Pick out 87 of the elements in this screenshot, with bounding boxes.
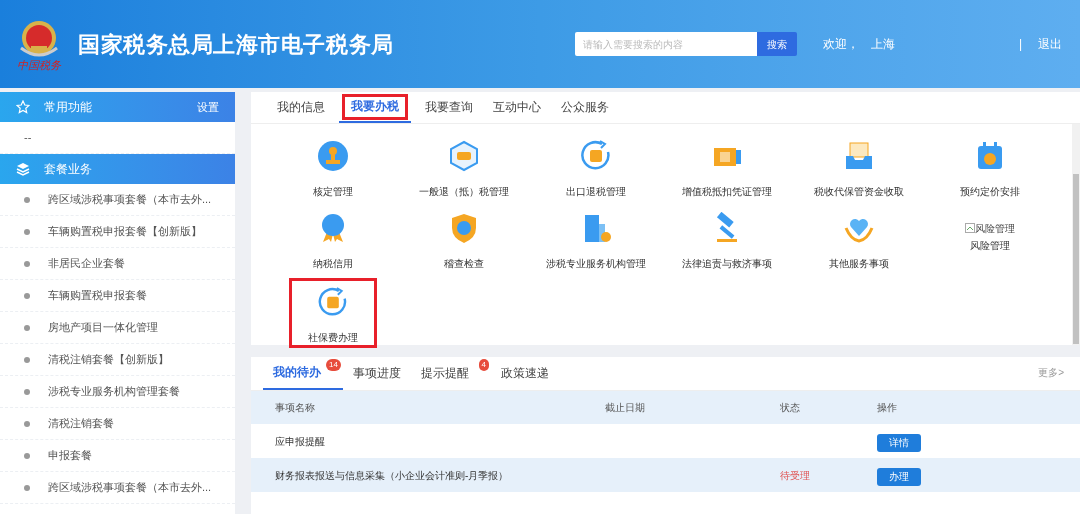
service-label: 核定管理 [312,185,353,199]
service-tile[interactable]: 预约定价安排 [924,134,1056,204]
service-label: 涉税专业服务机构管理 [545,257,646,271]
bullet-icon [24,260,30,267]
service-label: 一般退（抵）税管理 [419,185,510,199]
search-button[interactable]: 搜索 [756,32,797,56]
site-title: 国家税务总局上海市电子税务局 [78,30,394,59]
sidebar-section-header[interactable]: 常用功能 设置 [0,92,235,122]
service-label: 其他服务事项 [828,257,889,271]
bullet-icon [24,452,30,459]
nav-tab[interactable]: 我要查询 [419,91,479,123]
separator: | [1018,36,1022,53]
todo-tab[interactable]: 提示提醒 4 [411,357,491,390]
service-tile[interactable]: 增值税抵扣凭证管理 [661,134,793,204]
sidebar-item[interactable]: 清税注销套餐【创新版】 [48,351,169,368]
service-tile[interactable]: 涉税专业服务机构管理 [530,206,662,276]
table-cell-text: 应申报提醒 [275,434,326,449]
sidebar-item[interactable]: 跨区域涉税事项套餐（本市去外... [48,479,212,496]
service-label: 税收代保管资金收取 [813,185,904,199]
nav-tab[interactable]: 互动中心 [487,91,547,123]
count-badge: 14 [326,359,341,371]
service-tile[interactable]: 稽查检查 [398,206,530,276]
service-tile[interactable]: 风险管理 风险管理 [924,206,1056,276]
service-label: 预约定价安排 [960,185,1021,199]
sidebar-item[interactable]: 申报套餐 [48,447,92,464]
service-label: 法律追责与救济事项 [682,257,773,271]
star-icon [16,100,30,114]
bullet-icon [24,420,30,427]
table-cell-text: 财务报表报送与信息采集（小企业会计准则-月季报） [275,468,510,483]
layers-icon [16,162,30,176]
broken-image-icon [965,223,976,233]
service-label: 社保费办理 [307,331,358,345]
column-header: 截止日期 [605,401,646,415]
service-label: 纳税信用 [312,257,353,271]
stamp-icon [316,140,349,172]
nav-tab[interactable]: 公众服务 [555,91,615,123]
service-tile[interactable]: 法律追责与救济事项 [661,206,793,276]
search-field[interactable]: 请输入需要搜索的内容 [574,32,757,56]
status-text: 待受理 [780,468,811,483]
sidebar-item[interactable]: -- [24,129,32,146]
section-title: 套餐业务 [44,161,92,178]
service-label: 风险管理 [970,239,1011,253]
sidebar-item[interactable]: 房地产项目一体化管理 [48,319,158,336]
bullet-icon [24,324,30,331]
settings-link[interactable]: 设置 [197,98,219,116]
emblem-caption: 中国税务 [17,59,61,71]
service-tile[interactable]: 其他服务事项 [793,206,925,276]
sidebar-item[interactable]: 跨区域涉税事项套餐（本市去外... [48,191,212,208]
circular-arrow-icon [579,140,612,172]
service-tile[interactable]: 税收代保管资金收取 [793,134,925,204]
service-label: 增值税抵扣凭证管理 [682,185,773,199]
circular-arrow-icon [316,287,349,318]
hexagon-icon [448,140,481,172]
bullet-icon [24,196,30,203]
service-label: 稽查检查 [444,257,485,271]
sidebar-item[interactable]: 车辆购置税申报套餐 [48,287,147,304]
image-alt-text: 风险管理 [975,221,1016,236]
service-label: 出口退税管理 [565,185,626,199]
column-header: 事项名称 [275,401,316,415]
nav-tab[interactable]: 我的信息 [271,91,331,123]
welcome-text: 欢迎， [822,36,859,53]
bullet-icon [24,484,30,491]
sidebar-item[interactable]: 涉税专业服务机构管理套餐 [48,383,180,400]
service-tile[interactable]: 核定管理 [267,134,399,204]
service-tile[interactable]: 社保费办理 [288,278,377,348]
scrollbar[interactable] [1072,124,1080,345]
column-header: 操作 [877,401,898,415]
bullet-icon [24,356,30,363]
todo-tab[interactable]: 事项进度 [343,357,411,390]
column-header: 状态 [780,401,801,415]
action-button[interactable]: 办理 [877,467,921,486]
service-tile[interactable]: 出口退税管理 [530,134,662,204]
table-row[interactable]: 财务报表报送与信息采集（小企业会计准则-月季报） 待受理 办理 [251,458,1080,492]
sidebar-item[interactable]: 非居民企业套餐 [48,255,125,272]
count-badge: 4 [478,359,489,371]
sidebar-item[interactable]: 清税注销套餐 [48,415,114,432]
user-name: 上海 [870,36,895,53]
service-tile[interactable]: 纳税信用 [267,206,399,276]
bullet-icon [24,292,30,299]
service-tile[interactable]: 一般退（抵）税管理 [398,134,530,204]
todo-tab[interactable]: 政策速递 [491,357,559,390]
bullet-icon [24,388,30,395]
section-title: 常用功能 [44,99,92,116]
action-button[interactable]: 详情 [877,433,921,452]
sidebar-item[interactable]: 车辆购置税申报套餐【创新版】 [48,223,202,240]
nav-tab[interactable]: 我要办税 [339,91,411,123]
bullet-icon [24,228,30,235]
